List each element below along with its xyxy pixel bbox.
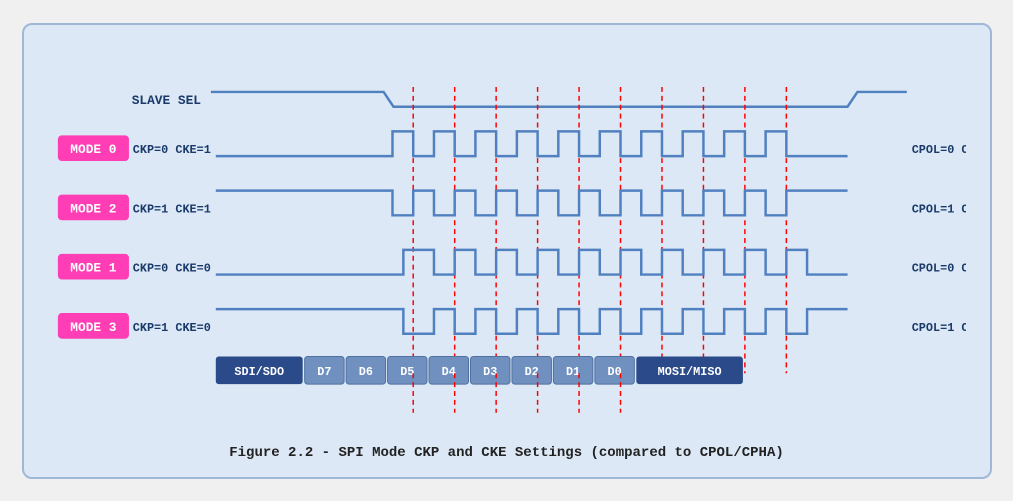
- mode0-right: CPOL=0 CPHA=0: [911, 143, 965, 157]
- mode3-right: CPOL=1 CPHA=1: [911, 320, 965, 334]
- sdi-sdo-label: SDI/SDO: [234, 365, 284, 379]
- diagram-area: .mono { font-family: 'Courier New', mono…: [48, 45, 966, 435]
- mode0-params: CKP=0 CKE=1: [132, 143, 210, 157]
- figure-caption: Figure 2.2 - SPI Mode CKP and CKE Settin…: [48, 445, 966, 461]
- d6-label: D6: [358, 365, 372, 379]
- mode2-params: CKP=1 CKE=1: [132, 202, 210, 216]
- mode1-right: CPOL=0 CPHA=1: [911, 261, 965, 275]
- d7-label: D7: [317, 365, 331, 379]
- mode3-label: MODE 3: [70, 319, 116, 334]
- mode2-right: CPOL=1 CPHA=0: [911, 202, 965, 216]
- mode3-params: CKP=1 CKE=0: [132, 320, 210, 334]
- d1-label: D1: [566, 365, 580, 379]
- mode1-label: MODE 1: [70, 260, 116, 275]
- d4-label: D4: [441, 365, 455, 379]
- mode2-label: MODE 2: [70, 201, 116, 216]
- d2-label: D2: [524, 365, 538, 379]
- mode1-params: CKP=0 CKE=0: [132, 261, 210, 275]
- slave-sel-label: SLAVE SEL: [131, 92, 201, 107]
- mode0-label: MODE 0: [70, 142, 116, 157]
- outer-container: .mono { font-family: 'Courier New', mono…: [22, 23, 992, 479]
- d0-label: D0: [607, 365, 621, 379]
- mosi-miso-label: MOSI/MISO: [657, 365, 721, 379]
- d3-label: D3: [483, 365, 497, 379]
- d5-label: D5: [400, 365, 414, 379]
